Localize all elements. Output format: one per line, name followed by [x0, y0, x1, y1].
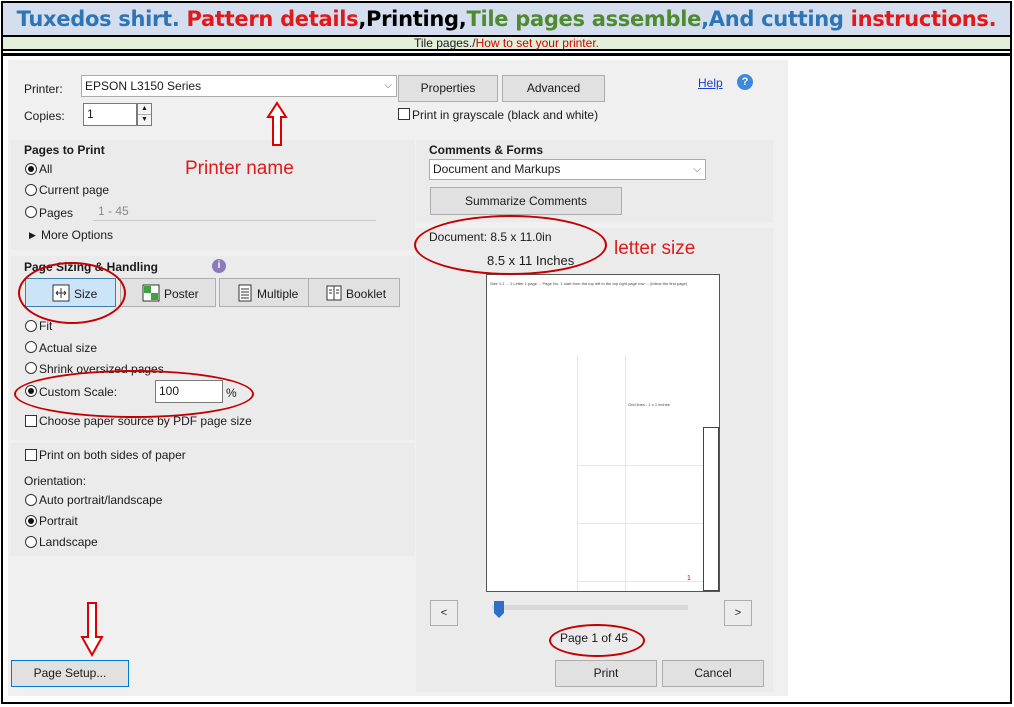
poster-label: Poster — [164, 287, 199, 301]
help-link[interactable]: Help — [698, 76, 723, 90]
grid-label: Grid lines - 1 x 1 inches — [628, 402, 670, 407]
comments-select[interactable]: Document and Markups ⌵ — [429, 159, 706, 180]
banner-part-5: ,And cutting — [701, 7, 851, 31]
annotation-up-arrow-icon — [266, 101, 288, 146]
portrait-label: Portrait — [39, 514, 78, 528]
comments-heading: Comments & Forms — [429, 143, 544, 157]
radio-actual-size[interactable] — [25, 341, 37, 353]
grid-line — [625, 355, 626, 591]
printer-label: Printer: — [24, 82, 63, 96]
copies-stepper[interactable]: ▲ ▼ — [137, 103, 152, 126]
comments-selected: Document and Markups — [433, 162, 561, 176]
radio-all[interactable] — [25, 163, 37, 175]
orientation-label: Orientation: — [24, 474, 87, 488]
annotation-oval-custom-scale — [14, 370, 254, 418]
banner-part-3: ,Printing, — [358, 7, 467, 31]
annotation-letter-size: letter size — [614, 238, 696, 259]
radio-fit[interactable] — [25, 320, 37, 332]
radio-landscape[interactable] — [25, 536, 37, 548]
page-slider-track[interactable] — [492, 605, 688, 610]
print-button[interactable]: Print — [555, 660, 657, 687]
annotation-oval-document-size — [414, 215, 607, 275]
grid-line — [577, 355, 578, 591]
booklet-label: Booklet — [346, 287, 387, 301]
chevron-down-icon: ⌵ — [384, 80, 392, 91]
banner-title: Tuxedos shirt. Pattern details,Printing,… — [3, 3, 1010, 35]
multiple-icon — [238, 284, 252, 302]
divider — [3, 53, 1010, 56]
all-label: All — [39, 162, 53, 176]
ruler-strip — [703, 427, 719, 591]
pages-to-print-heading: Pages to Print — [24, 143, 105, 157]
info-icon[interactable]: i — [212, 259, 226, 273]
poster-button[interactable]: Poster — [120, 278, 216, 307]
properties-button[interactable]: Properties — [398, 75, 498, 102]
advanced-button[interactable]: Advanced — [502, 75, 605, 102]
chevron-down-icon: ⌵ — [693, 164, 701, 175]
annotation-oval-page-count — [549, 624, 645, 657]
page-slider-thumb[interactable] — [493, 600, 505, 619]
stepper-down-icon[interactable]: ▼ — [138, 115, 151, 125]
copies-input[interactable]: 1 — [83, 103, 137, 126]
sub-banner: Tile pages./How to set your printer. — [3, 35, 1010, 51]
printer-name: EPSON L3150 Series — [85, 79, 202, 93]
multiple-button[interactable]: Multiple — [219, 278, 311, 307]
multiple-label: Multiple — [257, 287, 299, 301]
copies-label: Copies: — [24, 109, 65, 123]
banner-part-2: Pattern details — [186, 7, 359, 31]
page-preview-text: Size 1:1 ... 1 Letter 1 page ... Page No… — [490, 281, 688, 286]
cancel-button[interactable]: Cancel — [662, 660, 764, 687]
current-page-label: Current page — [39, 183, 110, 197]
stepper-up-icon[interactable]: ▲ — [138, 104, 151, 115]
printer-select[interactable]: EPSON L3150 Series ⌵ — [81, 75, 397, 97]
pages-label: Pages — [39, 206, 74, 220]
pages-range-value: 1 - 45 — [98, 204, 129, 218]
page-preview: Size 1:1 ... 1 Letter 1 page ... Page No… — [486, 274, 720, 592]
both-sides-checkbox[interactable] — [25, 449, 37, 461]
more-options-label[interactable]: More Options — [41, 228, 113, 242]
page-number-mark: 1 — [687, 575, 691, 582]
expand-triangle-icon[interactable]: ▶ — [29, 230, 36, 241]
sub-banner-text: Tile pages./ — [414, 36, 476, 50]
grid-line — [577, 465, 703, 466]
radio-portrait[interactable] — [25, 515, 37, 527]
grayscale-checkbox[interactable] — [398, 108, 410, 120]
help-icon[interactable]: ? — [737, 74, 753, 90]
next-page-button[interactable]: > — [724, 600, 752, 626]
landscape-label: Landscape — [39, 535, 98, 549]
annotation-printer-name: Printer name — [185, 158, 294, 179]
actual-size-label: Actual size — [39, 341, 98, 355]
radio-shrink-oversized[interactable] — [25, 362, 37, 374]
page-setup-button[interactable]: Page Setup... — [11, 660, 129, 687]
pages-range-field[interactable]: 1 - 45 — [93, 201, 376, 221]
banner-part-4: Tile pages assemble — [466, 7, 702, 31]
paper-source-checkbox[interactable] — [25, 415, 37, 427]
grayscale-label: Print in grayscale (black and white) — [412, 108, 599, 122]
slider-thumb-icon — [494, 601, 504, 618]
banner-part-1: Tuxedos shirt. — [16, 7, 187, 31]
radio-pages[interactable] — [25, 206, 37, 218]
grid-line — [577, 581, 703, 582]
banner-part-6: instructions. — [850, 7, 997, 31]
annotation-oval-size-button — [18, 262, 126, 324]
booklet-icon — [326, 285, 342, 301]
previous-page-button[interactable]: < — [430, 600, 458, 626]
both-sides-label: Print on both sides of paper — [39, 448, 186, 462]
auto-orientation-label: Auto portrait/landscape — [39, 493, 163, 507]
radio-auto-orientation[interactable] — [25, 494, 37, 506]
summarize-comments-button[interactable]: Summarize Comments — [430, 187, 622, 215]
grid-line — [577, 523, 703, 524]
annotation-down-arrow-icon — [80, 602, 104, 657]
sub-banner-link[interactable]: How to set your printer. — [476, 36, 599, 50]
radio-current-page[interactable] — [25, 184, 37, 196]
poster-icon — [142, 284, 160, 302]
booklet-button[interactable]: Booklet — [308, 278, 400, 307]
